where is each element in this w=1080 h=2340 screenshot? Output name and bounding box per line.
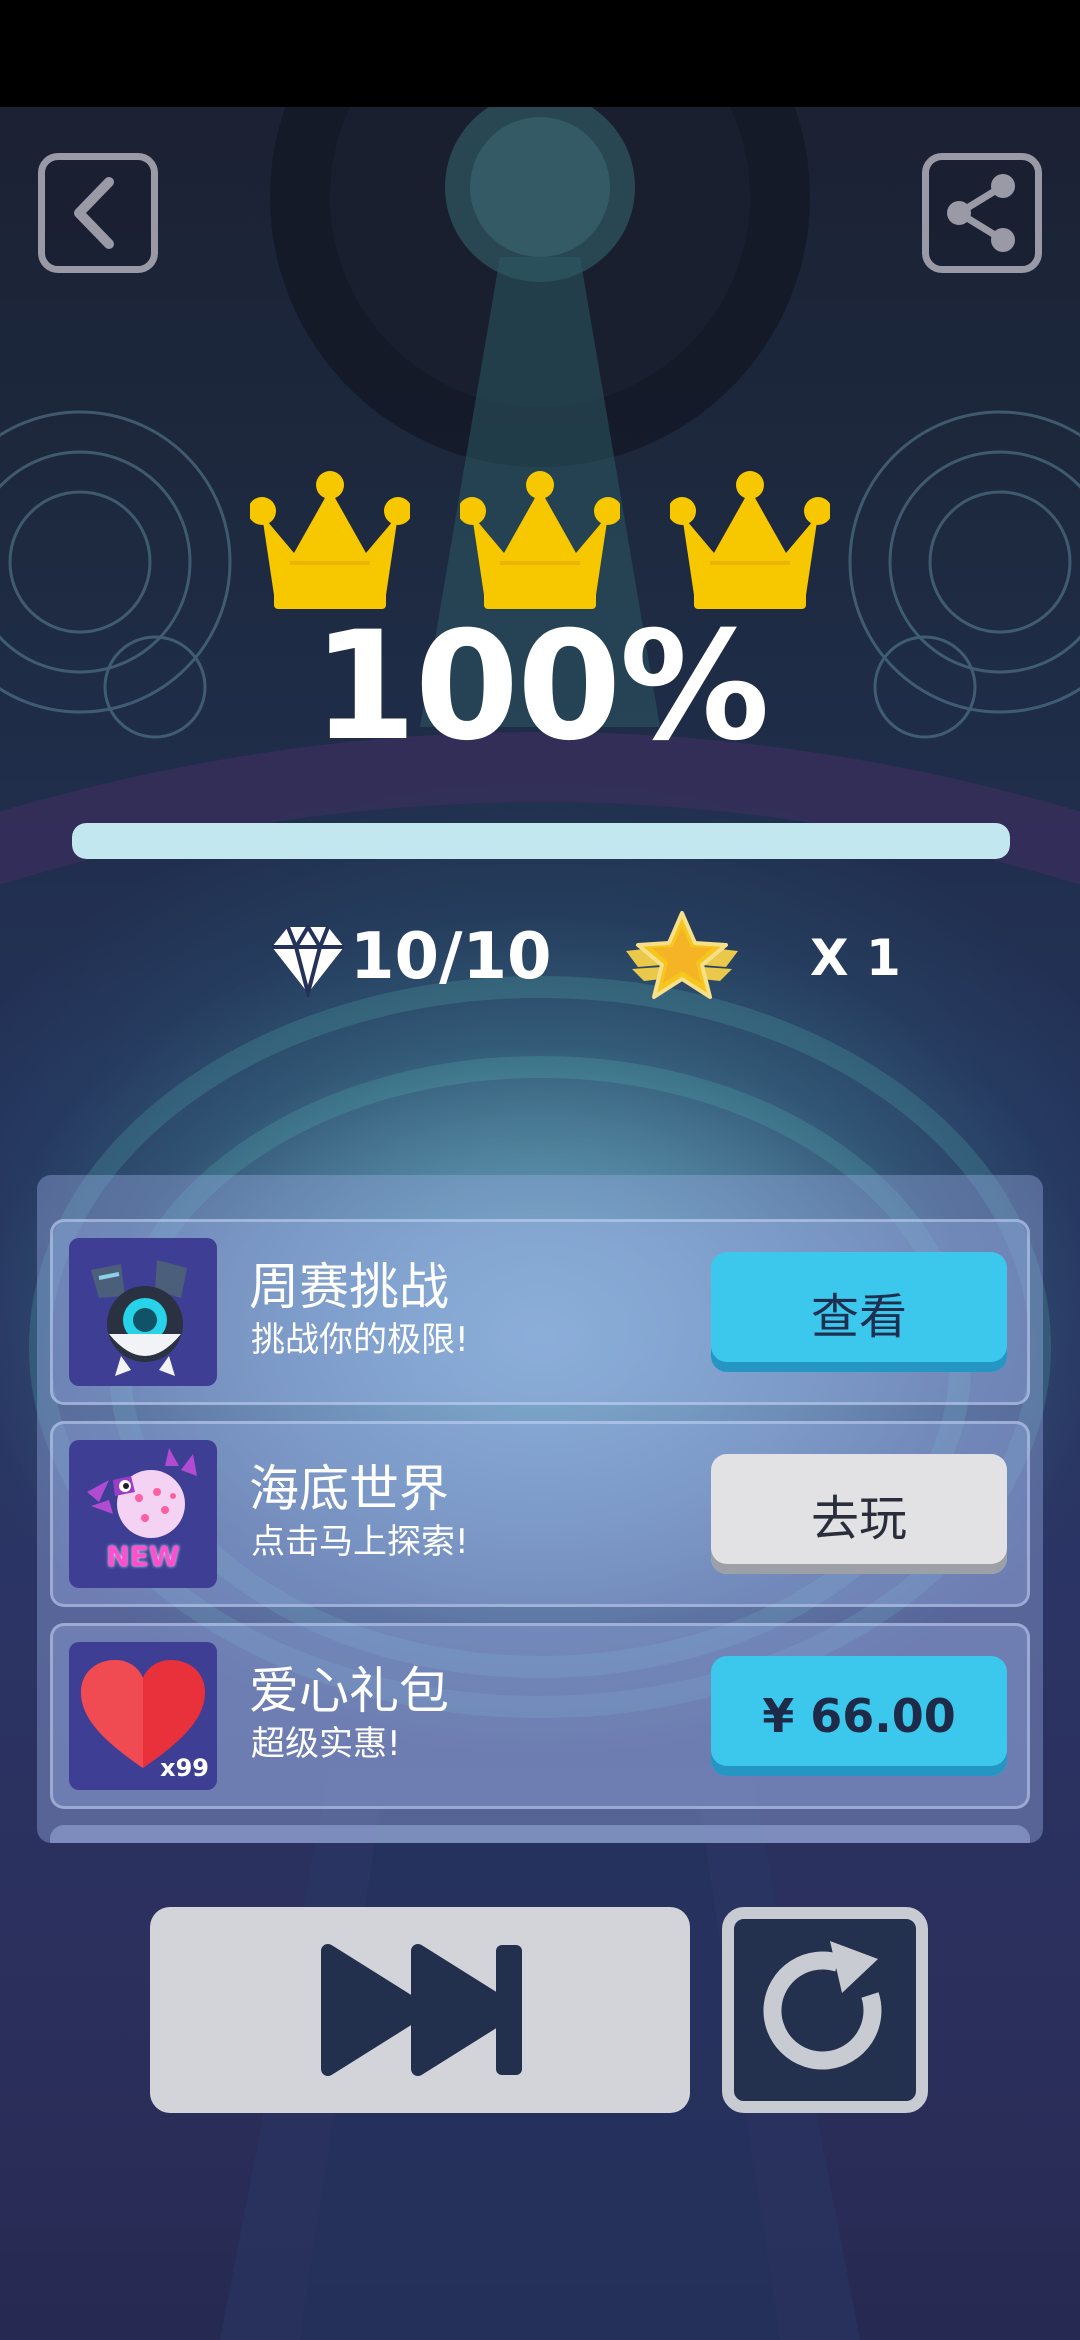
progress-fill: [72, 823, 1010, 859]
offer-subtitle: 点击马上探索!: [251, 1522, 469, 1562]
offer-subtitle: 挑战你的极限!: [251, 1320, 469, 1360]
skip-forward-icon: [321, 1944, 522, 2076]
winged-star-icon: [626, 911, 738, 999]
offer-title: 爱心礼包: [249, 1662, 449, 1720]
replay-icon: [763, 1941, 882, 2070]
star-multiplier: X 1: [810, 929, 901, 987]
back-button[interactable]: [38, 153, 158, 273]
offer-heart-pack: x99 爱心礼包 超级实惠! ¥ 66.00: [50, 1623, 1030, 1809]
gem-count: 10/10: [350, 920, 552, 994]
share-button[interactable]: [922, 153, 1042, 273]
buy-button[interactable]: ¥ 66.00: [711, 1656, 1007, 1776]
robot-character-icon: [69, 1238, 217, 1386]
offer-weekly-challenge: 周赛挑战 挑战你的极限! 查看: [50, 1219, 1030, 1405]
back-arrow-icon: [74, 177, 114, 249]
share-icon: [947, 174, 1015, 252]
offer-title: 海底世界: [249, 1460, 449, 1518]
progress-bar: [72, 823, 1010, 859]
play-button[interactable]: 去玩: [711, 1454, 1007, 1574]
offers-panel: 周赛挑战 挑战你的极限! 查看 NEW 海底世界 点击马上探索! 去玩 x99 …: [37, 1175, 1043, 1843]
completion-percent: 100%: [312, 600, 769, 774]
crown-rating: [250, 467, 830, 617]
offer-list-next-peek: [50, 1825, 1030, 1843]
offer-title: 周赛挑战: [249, 1258, 449, 1316]
offer-subtitle: 超级实惠!: [251, 1724, 401, 1764]
offer-undersea-world: NEW 海底世界 点击马上探索! 去玩: [50, 1421, 1030, 1607]
crown-icon: [460, 471, 620, 609]
new-badge: NEW: [106, 1540, 180, 1573]
next-level-button[interactable]: [150, 1907, 690, 2113]
diamond-icon: [272, 923, 344, 997]
rewards-row: 10/10 X 1: [270, 907, 930, 1017]
result-scene: 100% 10/10 X 1 周赛挑战 挑战你的极限! 查看 NEW 海底世界 …: [0, 107, 1080, 2340]
crown-icon: [670, 471, 830, 609]
pufferfish-icon: NEW: [69, 1440, 217, 1588]
game-screen: 100% 10/10 X 1 周赛挑战 挑战你的极限! 查看 NEW 海底世界 …: [0, 0, 1080, 2340]
replay-button[interactable]: [722, 1907, 928, 2113]
view-button[interactable]: 查看: [711, 1252, 1007, 1372]
crown-icon: [250, 471, 410, 609]
heart-count-badge: x99: [160, 1754, 209, 1782]
heart-icon: x99: [69, 1642, 217, 1790]
